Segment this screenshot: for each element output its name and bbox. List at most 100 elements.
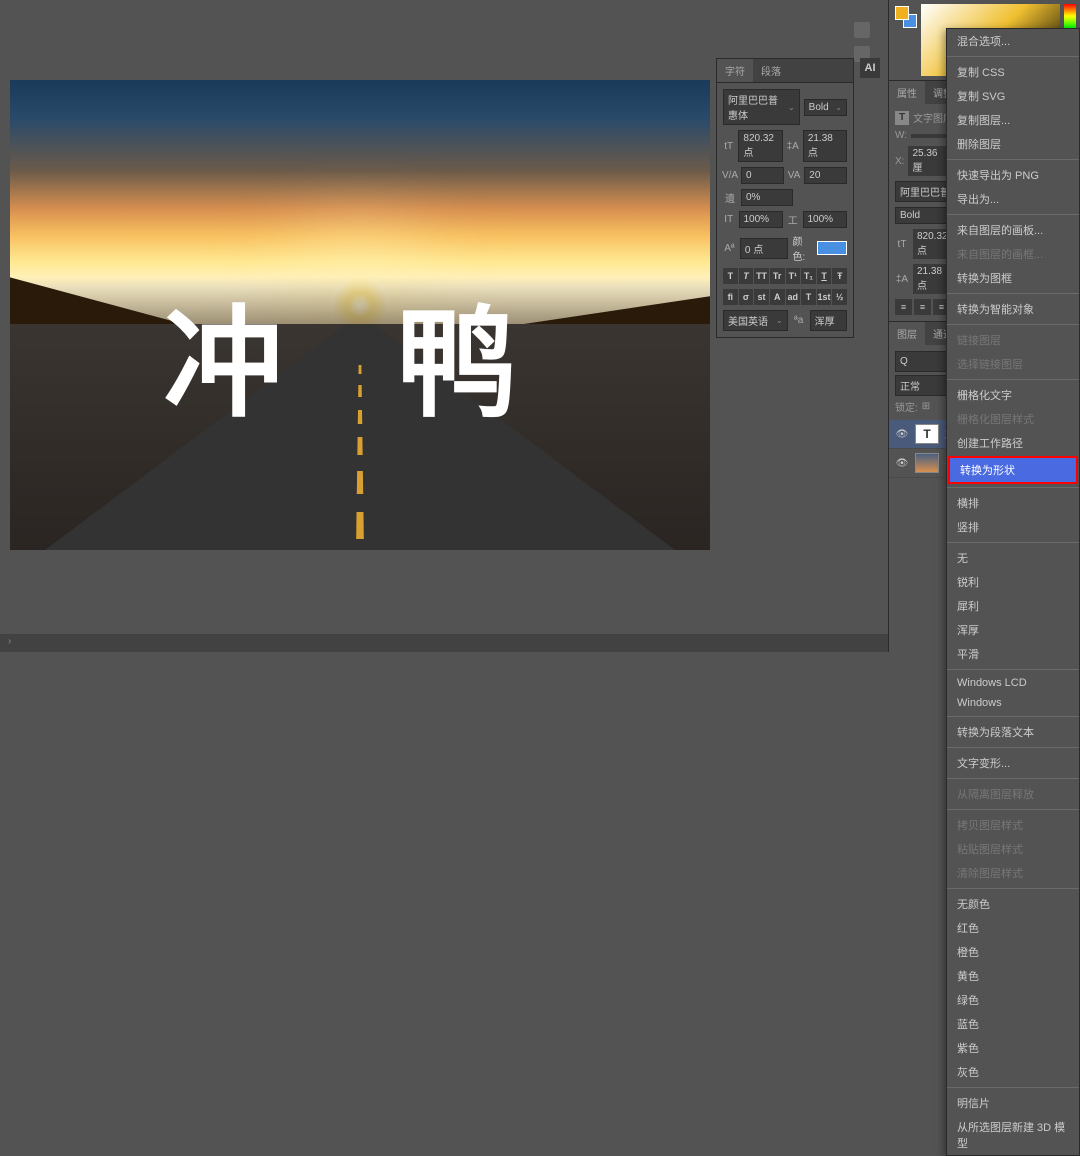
menu-item[interactable]: 转换为段落文本 [947, 720, 1079, 744]
menu-item[interactable]: 橙色 [947, 940, 1079, 964]
baseline-field[interactable]: 0 点 [740, 238, 789, 259]
menu-item[interactable]: 紫色 [947, 1036, 1079, 1060]
side-tools [854, 22, 874, 62]
canvas-area[interactable]: 冲 鸭 [10, 80, 710, 550]
font-family-dropdown[interactable]: 阿里巴巴普惠体⌄ [723, 89, 800, 125]
text-color-swatch[interactable] [817, 241, 847, 255]
menu-item: 栅格化图层样式 [947, 407, 1079, 431]
menu-item[interactable]: 明信片 [947, 1091, 1079, 1115]
menu-item[interactable]: 平滑 [947, 642, 1079, 666]
menu-item[interactable]: 混合选项... [947, 29, 1079, 53]
style-button-row: T T TT Tr T¹ T₁ T Ŧ [723, 268, 847, 284]
foreground-color[interactable] [895, 6, 909, 20]
menu-item[interactable]: 转换为图框 [947, 266, 1079, 290]
menu-item[interactable]: 来自图层的画板... [947, 218, 1079, 242]
lock-icon[interactable]: ⊞ [922, 401, 930, 412]
tab-paragraph[interactable]: 段落 [753, 59, 789, 82]
menu-item[interactable]: Windows [947, 693, 1079, 713]
menu-item[interactable]: 犀利 [947, 594, 1079, 618]
menu-item[interactable]: 浑厚 [947, 618, 1079, 642]
menu-item[interactable]: 灰色 [947, 1060, 1079, 1084]
language-dropdown[interactable]: 美国英语⌄ [723, 310, 788, 331]
ai-icon[interactable]: AI [860, 58, 880, 78]
visibility-toggle[interactable]: 👁 [895, 427, 909, 441]
menu-item[interactable]: 蓝色 [947, 1012, 1079, 1036]
feat-btn[interactable]: σ [739, 289, 754, 305]
aa-icon: ªa [792, 314, 806, 328]
menu-item[interactable]: 转换为形状 [948, 456, 1078, 484]
menu-item: 选择链接图层 [947, 352, 1079, 376]
tracking-icon: VA [788, 169, 801, 183]
character-panel: 字符 段落 阿里巴巴普惠体⌄ Bold⌄ tT 820.32 点 ‡A 21.3… [716, 58, 854, 338]
feat-btn[interactable]: ½ [832, 289, 847, 305]
style-btn[interactable]: T₁ [801, 268, 816, 284]
menu-item[interactable]: 文字变形... [947, 751, 1079, 775]
leading-icon: ‡A [895, 272, 909, 286]
leading-field[interactable]: 21.38 点 [803, 130, 847, 162]
align-left-icon[interactable]: ≡ [895, 299, 912, 315]
layer-thumbnail: T [915, 424, 939, 444]
menu-item: 从隔离图层释放 [947, 782, 1079, 806]
feat-btn[interactable]: A [770, 289, 785, 305]
antialias-dropdown[interactable]: 浑厚 [810, 310, 847, 331]
feat-btn[interactable]: 1st [817, 289, 832, 305]
kerning-icon: V/A [723, 169, 737, 183]
color-label: 颜色: [792, 233, 813, 263]
menu-item[interactable]: 复制 SVG [947, 84, 1079, 108]
hscale-field[interactable]: 100% [803, 211, 848, 228]
menu-item[interactable]: 从所选图层新建 3D 模型 [947, 1115, 1079, 1155]
menu-item: 粘贴图层样式 [947, 837, 1079, 861]
style-btn[interactable]: T [739, 268, 754, 284]
style-btn[interactable]: Tr [770, 268, 785, 284]
menu-item[interactable]: 竖排 [947, 515, 1079, 539]
menu-item[interactable]: 红色 [947, 916, 1079, 940]
menu-item[interactable]: 栅格化文字 [947, 383, 1079, 407]
feat-btn[interactable]: T [801, 289, 816, 305]
status-bar: › [0, 634, 888, 652]
menu-item[interactable]: 复制图层... [947, 108, 1079, 132]
style-btn[interactable]: T¹ [786, 268, 801, 284]
menu-item: 链接图层 [947, 328, 1079, 352]
feat-btn[interactable]: ad [786, 289, 801, 305]
menu-item: 清除图层样式 [947, 861, 1079, 885]
feat-btn[interactable]: st [754, 289, 769, 305]
size-icon: tT [895, 237, 909, 251]
vscale-icon: IT [723, 213, 735, 227]
align-center-icon[interactable]: ≡ [914, 299, 931, 315]
style-btn[interactable]: T [817, 268, 832, 284]
tab-character[interactable]: 字符 [717, 59, 753, 82]
style-btn[interactable]: TT [754, 268, 769, 284]
menu-item[interactable]: 黄色 [947, 964, 1079, 988]
menu-item[interactable]: 删除图层 [947, 132, 1079, 156]
style-btn[interactable]: T [723, 268, 738, 284]
tab-properties[interactable]: 属性 [889, 81, 925, 104]
tool-icon[interactable] [854, 22, 870, 38]
menu-item[interactable]: 创建工作路径 [947, 431, 1079, 455]
canvas-text[interactable]: 冲 鸭 [163, 266, 556, 440]
layer-thumbnail [915, 453, 939, 473]
feat-btn[interactable]: fi [723, 289, 738, 305]
menu-item[interactable]: 横排 [947, 491, 1079, 515]
menu-item[interactable]: Windows LCD [947, 673, 1079, 693]
tab-layers[interactable]: 图层 [889, 322, 925, 345]
vscale-field[interactable]: 100% [739, 211, 784, 228]
menu-item[interactable]: 无 [947, 546, 1079, 570]
font-style-dropdown[interactable]: Bold⌄ [804, 99, 847, 116]
menu-item[interactable]: 导出为... [947, 187, 1079, 211]
menu-item[interactable]: 无颜色 [947, 892, 1079, 916]
menu-item[interactable]: 快速导出为 PNG [947, 163, 1079, 187]
tracking-field[interactable]: 20 [804, 167, 847, 184]
visibility-toggle[interactable]: 👁 [895, 456, 909, 470]
menu-item[interactable]: 绿色 [947, 988, 1079, 1012]
menu-item[interactable]: 复制 CSS [947, 60, 1079, 84]
menu-item[interactable]: 锐利 [947, 570, 1079, 594]
scale-icon: 遺 [723, 191, 737, 205]
canvas-image: 冲 鸭 [10, 80, 710, 550]
font-size-field[interactable]: 820.32 点 [738, 130, 782, 162]
menu-item: 来自图层的画框... [947, 242, 1079, 266]
scale-field[interactable]: 0% [741, 189, 793, 206]
x-field[interactable]: 25.36 厘 [908, 146, 948, 176]
style-btn[interactable]: Ŧ [832, 268, 847, 284]
menu-item[interactable]: 转换为智能对象 [947, 297, 1079, 321]
kerning-field[interactable]: 0 [741, 167, 784, 184]
